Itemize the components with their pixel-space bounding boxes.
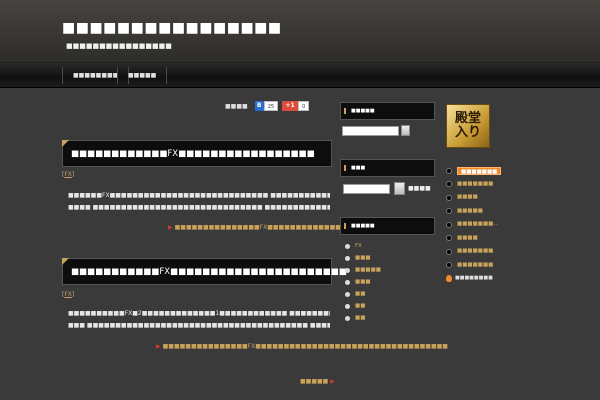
bullet-icon bbox=[446, 262, 452, 269]
read-more-text: ■■■■■■■■■■■■■■■FX■■■■■■■■■■■■■■■■■■■■■■■… bbox=[162, 343, 448, 350]
hatena-icon: B bbox=[254, 101, 264, 111]
google-plus-icon: +1 bbox=[282, 101, 299, 111]
hatena-bookmark-button[interactable]: B 25 bbox=[254, 101, 279, 111]
bullet-icon bbox=[345, 267, 350, 273]
hall-of-fame-badge[interactable]: 殿堂 入り bbox=[446, 104, 490, 148]
category-label: ■■■ bbox=[355, 279, 371, 285]
ranking-label: ■■■■■■■... bbox=[457, 221, 499, 227]
post-category-link[interactable]: FX bbox=[64, 171, 72, 178]
bullet-icon bbox=[446, 235, 452, 242]
categories-widget-title: ■■■■■ bbox=[340, 217, 435, 235]
category-label: ■■ bbox=[355, 303, 366, 309]
ranking-item[interactable]: ■■■■■■■ bbox=[446, 259, 501, 273]
post-excerpt: ■■■■■■■■■■FX■2■■■■■■■■■■■■■1■■■■■■■■■■■■… bbox=[68, 308, 330, 332]
post-excerpt-line: ■■■ ■■■■■■■■■■■■■■■■■■■■■■■■■■■■■■■■■■■■… bbox=[68, 322, 330, 329]
site-search-button[interactable] bbox=[394, 182, 405, 195]
category-label: FX bbox=[355, 243, 362, 249]
category-item[interactable]: ■■■■■ bbox=[345, 264, 381, 276]
bullet-icon bbox=[345, 291, 350, 297]
bullet-icon bbox=[446, 248, 452, 255]
site-header: ■■■■■■■■■■■■■■■■ ■■■■■■■■■■■■■■■■ bbox=[0, 0, 600, 63]
bullet-icon bbox=[345, 315, 350, 321]
category-item[interactable]: ■■■ bbox=[345, 276, 381, 288]
bullet-icon bbox=[345, 279, 350, 285]
google-plus-count: 0 bbox=[298, 101, 310, 111]
post-excerpt: ■■■■■■FX■■■■■■■■■■■■■■■■■■■■■■■■■■■■ ■■■… bbox=[68, 190, 330, 214]
post-category-link[interactable]: FX bbox=[64, 291, 72, 298]
hatena-count: 25 bbox=[263, 101, 279, 111]
ranking-label-highlight: ■■■■■■■ bbox=[457, 166, 502, 175]
next-page-link[interactable]: ■■■■■ ▶ bbox=[300, 378, 337, 385]
ranking-label: ■■■■ bbox=[457, 234, 478, 241]
post-excerpt-line: ■■■■■■■■■■FX■2■■■■■■■■■■■■■1■■■■■■■■■■■■… bbox=[68, 310, 330, 317]
search2-widget-title: ■■■ bbox=[340, 159, 435, 177]
category-label: ■■ bbox=[355, 315, 366, 321]
category-item[interactable]: FX bbox=[345, 240, 381, 252]
read-more-link[interactable]: ▶ ■■■■■■■■■■■■■■■FX■■■■■■■■■■■■■■■■■■■■■■… bbox=[156, 343, 448, 350]
ranking-label: ■■■■■■■ bbox=[457, 180, 494, 187]
ranking-item[interactable]: ■■■■■■■ bbox=[446, 178, 501, 192]
site-description: ■■■■■■■■■■■■■■■■ bbox=[66, 42, 172, 50]
post-title-box: ■■■■■■■■■■■FX■■■■■■■■■■■■■■■■■■■■■■ bbox=[62, 258, 347, 285]
arrow-right-icon: ▶ bbox=[168, 224, 173, 231]
category-list: FX ■■■ ■■■■■ ■■■ ■■ ■■ ■■ bbox=[345, 240, 381, 324]
category-label: ■■ bbox=[355, 291, 366, 297]
site-title[interactable]: ■■■■■■■■■■■■■■■■ bbox=[62, 20, 282, 36]
bullet-icon bbox=[446, 221, 452, 228]
ranking-label: ■■■■ bbox=[457, 194, 478, 200]
nav-item-sitemap[interactable]: ■■■■■ bbox=[117, 67, 168, 84]
search-button[interactable] bbox=[401, 125, 410, 136]
post-title-box: ■■■■■■■■■■■■FX■■■■■■■■■■■■■■■■■ bbox=[62, 140, 332, 167]
site-search-label: ■■■■ bbox=[408, 185, 431, 192]
badge-line: 殿堂 bbox=[454, 111, 481, 126]
post-excerpt-line: ■■■■■■FX■■■■■■■■■■■■■■■■■■■■■■■■■■■■ ■■■… bbox=[68, 192, 330, 199]
ranking-item[interactable]: ■■■■■■■... bbox=[446, 218, 501, 232]
bullet-icon bbox=[446, 167, 452, 174]
ranking-item[interactable]: ■■■■ bbox=[446, 191, 501, 205]
share-bar: ■■■■ B 25 +1 0 bbox=[225, 100, 310, 112]
bullet-icon bbox=[446, 208, 452, 215]
post-category: [FX] bbox=[62, 291, 75, 298]
badge-line: 入り bbox=[454, 125, 481, 140]
bullet-icon bbox=[345, 303, 350, 309]
category-item[interactable]: ■■■ bbox=[345, 252, 381, 264]
ranking-item[interactable]: ■■■■ bbox=[446, 232, 501, 246]
post-category: [FX] bbox=[62, 171, 75, 178]
search-widget-title: ■■■■■ bbox=[340, 102, 435, 120]
google-plus-button[interactable]: +1 0 bbox=[282, 101, 310, 111]
bullet-icon bbox=[345, 255, 350, 261]
ranking-footer-link[interactable]: ■■■■■■■■ bbox=[446, 272, 501, 286]
bullet-icon bbox=[446, 181, 452, 188]
post-excerpt-line: ■■■■ ■■■■■■■■■■■■■■■■■■■■■■■■■■■■■■ ■■■■… bbox=[68, 204, 330, 211]
arrow-right-icon: ▶ bbox=[330, 378, 335, 385]
ranking-list: ■■■■■■■ ■■■■■■■ ■■■■ ■■■■■ ■■■■■■■... ■■… bbox=[446, 164, 502, 286]
category-label: ■■■ bbox=[355, 255, 371, 261]
ranking-item[interactable]: ■■■■■■■ bbox=[446, 164, 502, 178]
search-input[interactable] bbox=[342, 126, 399, 136]
ranking-label: ■■■■■■■ bbox=[457, 261, 494, 268]
post-title-link[interactable]: ■■■■■■■■■■■FX■■■■■■■■■■■■■■■■■■■■■■ bbox=[71, 267, 347, 277]
category-item[interactable]: ■■ bbox=[345, 300, 381, 312]
category-item[interactable]: ■■ bbox=[345, 312, 381, 324]
site-search-input[interactable] bbox=[343, 184, 390, 194]
ranking-footer-label: ■■■■■■■■ bbox=[455, 275, 493, 281]
bullet-icon bbox=[446, 194, 452, 201]
post-title-link[interactable]: ■■■■■■■■■■■■FX■■■■■■■■■■■■■■■■■ bbox=[71, 149, 315, 159]
ranking-label: ■■■■■ bbox=[457, 207, 483, 214]
bullet-icon bbox=[345, 243, 350, 249]
ranking-label: ■■■■■■■ bbox=[457, 248, 494, 254]
ranking-item[interactable]: ■■■■■■■ bbox=[446, 245, 501, 259]
share-label: ■■■■ bbox=[225, 102, 248, 110]
ranking-item[interactable]: ■■■■■ bbox=[446, 205, 501, 219]
category-label: ■■■■■ bbox=[355, 267, 381, 273]
next-page-label: ■■■■■ bbox=[300, 378, 329, 385]
main-navigation: ■■■■■■■■ ■■■■■ bbox=[0, 63, 600, 88]
fire-icon bbox=[446, 275, 452, 283]
category-item[interactable]: ■■ bbox=[345, 288, 381, 300]
arrow-right-icon: ▶ bbox=[156, 343, 161, 350]
